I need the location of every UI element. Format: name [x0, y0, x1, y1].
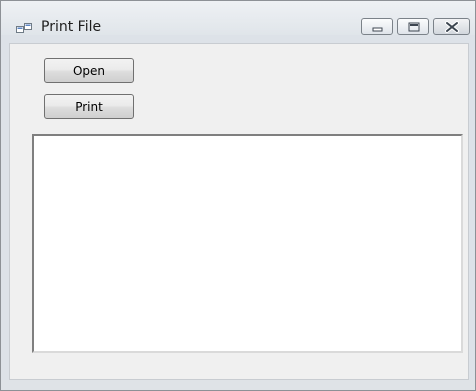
minimize-icon [372, 27, 383, 32]
minimize-button[interactable] [361, 18, 393, 35]
close-icon [445, 21, 459, 33]
file-content-textbox[interactable] [32, 134, 463, 353]
close-button[interactable] [433, 18, 470, 35]
window-title: Print File [41, 19, 102, 35]
print-button[interactable]: Print [44, 94, 134, 119]
maximize-button[interactable] [397, 18, 429, 35]
title-bar[interactable]: Print File [1, 1, 475, 35]
maximize-icon [408, 22, 420, 32]
window-app-icon [16, 20, 32, 33]
open-button[interactable]: Open [44, 58, 134, 83]
client-area: Open Print [9, 43, 469, 380]
print-file-window: Print File Open Print [0, 0, 476, 391]
window-bottom-border [1, 380, 475, 390]
